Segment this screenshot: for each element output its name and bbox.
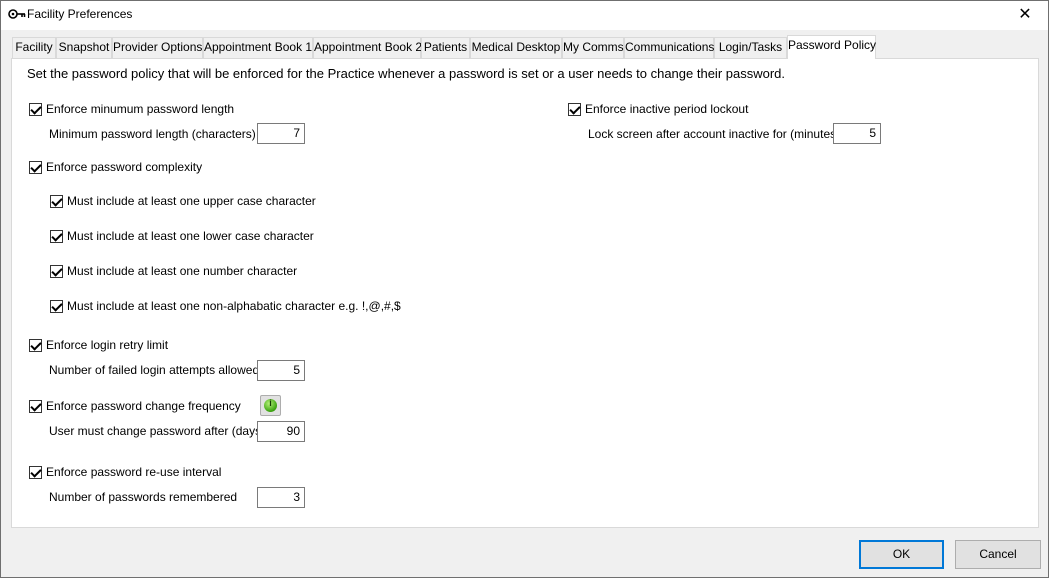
tab-login-tasks[interactable]: Login/Tasks	[714, 37, 787, 58]
checkbox-checked-icon	[29, 102, 42, 116]
enforce-complexity-label: Enforce password complexity	[46, 160, 203, 174]
tab-communications[interactable]: Communications	[624, 37, 714, 58]
lower-case-checkbox[interactable]: Must include at least one lower case cha…	[50, 229, 314, 243]
tab-my-comms[interactable]: My Comms	[562, 37, 624, 58]
number-char-label: Must include at least one number charact…	[67, 264, 298, 278]
ok-button[interactable]: OK	[859, 540, 944, 569]
number-char-checkbox[interactable]: Must include at least one number charact…	[50, 264, 297, 278]
tab-patients[interactable]: Patients	[421, 37, 470, 58]
key-icon	[8, 9, 26, 19]
checkbox-checked-icon	[568, 102, 581, 116]
min-length-field-label: Minimum password length (characters)	[49, 127, 256, 141]
upper-case-checkbox[interactable]: Must include at least one upper case cha…	[50, 194, 316, 208]
enforce-inactive-lockout-checkbox[interactable]: Enforce inactive period lockout	[568, 102, 748, 116]
checkbox-checked-icon	[29, 465, 42, 479]
close-icon: ✕	[1018, 6, 1032, 23]
checkbox-checked-icon	[29, 399, 42, 413]
change-frequency-input[interactable]: 90	[257, 421, 305, 442]
enforce-retry-limit-checkbox[interactable]: Enforce login retry limit	[29, 338, 168, 352]
password-policy-panel: Set the password policy that will be enf…	[11, 58, 1039, 528]
facility-preferences-window: Facility Preferences ✕ Facility Snapshot…	[0, 0, 1049, 578]
tab-snapshot[interactable]: Snapshot	[56, 37, 112, 58]
tab-appointment-book-1[interactable]: Appointment Book 1	[203, 37, 313, 58]
enforce-min-length-checkbox[interactable]: Enforce minumum password length	[29, 102, 234, 116]
enforce-change-frequency-label: Enforce password change frequency	[46, 399, 241, 413]
enforce-inactive-lockout-label: Enforce inactive period lockout	[585, 102, 749, 116]
retry-attempts-input[interactable]: 5	[257, 360, 305, 381]
checkbox-checked-icon	[29, 338, 42, 352]
tab-password-policy[interactable]: Password Policy	[787, 35, 876, 59]
enforce-complexity-checkbox[interactable]: Enforce password complexity	[29, 160, 202, 174]
checkbox-checked-icon	[50, 264, 63, 278]
non-alpha-label: Must include at least one non-alphabatic…	[67, 299, 401, 313]
tab-provider-options[interactable]: Provider Options	[112, 37, 203, 58]
checkbox-checked-icon	[50, 229, 63, 243]
title-bar: Facility Preferences ✕	[1, 1, 1048, 30]
enforce-change-frequency-checkbox[interactable]: Enforce password change frequency	[29, 399, 241, 413]
tab-facility[interactable]: Facility	[12, 37, 56, 58]
tab-appointment-book-2[interactable]: Appointment Book 2	[313, 37, 422, 58]
change-frequency-field-label: User must change password after (days)	[49, 424, 266, 438]
retry-field-label: Number of failed login attempts allowed	[49, 363, 260, 377]
window-title: Facility Preferences	[27, 7, 133, 21]
enforce-reuse-interval-label: Enforce password re-use interval	[46, 465, 222, 479]
enforce-min-length-label: Enforce minumum password length	[46, 102, 235, 116]
tab-medical-desktop[interactable]: Medical Desktop	[470, 37, 562, 58]
checkbox-checked-icon	[50, 194, 63, 208]
cancel-button[interactable]: Cancel	[955, 540, 1041, 569]
min-length-input[interactable]: 7	[257, 123, 305, 144]
lockout-field-label: Lock screen after account inactive for (…	[588, 127, 841, 141]
checkbox-checked-icon	[29, 160, 42, 174]
info-icon	[264, 398, 277, 412]
close-button[interactable]: ✕	[1002, 1, 1048, 30]
enforce-reuse-interval-checkbox[interactable]: Enforce password re-use interval	[29, 465, 221, 479]
enforce-retry-limit-label: Enforce login retry limit	[46, 338, 169, 352]
lower-case-label: Must include at least one lower case cha…	[67, 229, 314, 243]
reuse-field-label: Number of passwords remembered	[49, 490, 238, 504]
checkbox-checked-icon	[50, 299, 63, 313]
policy-intro-text: Set the password policy that will be enf…	[27, 66, 786, 81]
passwords-remembered-input[interactable]: 3	[257, 487, 305, 508]
change-frequency-info-button[interactable]	[260, 395, 281, 416]
non-alpha-checkbox[interactable]: Must include at least one non-alphabatic…	[50, 299, 401, 313]
upper-case-label: Must include at least one upper case cha…	[67, 194, 316, 208]
lockout-minutes-input[interactable]: 5	[833, 123, 881, 144]
